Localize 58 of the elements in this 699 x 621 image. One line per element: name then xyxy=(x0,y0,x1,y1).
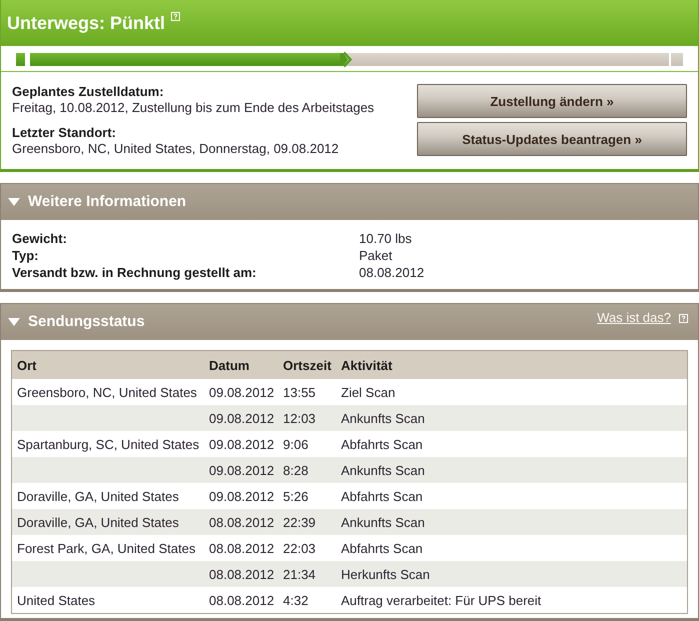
table-cell-text: 08.08.2012 xyxy=(208,540,276,556)
table-cell-text: Ankunfts Scan xyxy=(340,462,426,478)
table-cell-text: Auftrag verarbeitet: Für UPS bereit xyxy=(340,592,542,608)
info-value: 08.08.2012 xyxy=(359,264,426,281)
help-icon[interactable] xyxy=(679,314,688,323)
table-cell-text: 12:03 xyxy=(282,410,317,426)
table-cell-text: 09.08.2012 xyxy=(208,488,276,504)
detail-value: Freitag, 10.08.2012, Zustellung bis zum Ende des Arbeitstages xyxy=(12,100,374,116)
help-icon[interactable] xyxy=(171,12,180,21)
table-cell-text: 08.08.2012 xyxy=(208,514,276,530)
caret-icon[interactable] xyxy=(8,198,20,206)
column-header: Datum xyxy=(208,358,250,372)
table-cell-text: 21:34 xyxy=(282,566,317,582)
double-chevron-icon xyxy=(340,51,354,68)
table-cell-text: 22:39 xyxy=(282,514,317,530)
table-cell-text: Abfahrts Scan xyxy=(340,488,424,504)
info-label: Versandt bzw. in Rechnung gestellt am: xyxy=(12,264,258,281)
info-label: Gewicht: xyxy=(12,230,68,247)
panel-title[interactable]: Sendungsstatus xyxy=(28,313,590,331)
table-cell-text: 8:28 xyxy=(282,462,310,478)
table-cell-text: Greensboro, NC, United States xyxy=(16,384,198,400)
help-link[interactable]: Was ist das? xyxy=(597,310,671,326)
table-cell-text: 5:26 xyxy=(282,488,310,504)
table-cell-text: 9:06 xyxy=(282,436,310,452)
table-cell-text: Spartanburg, SC, United States xyxy=(16,436,200,452)
action-button[interactable]: Status-Updates beantragen » xyxy=(417,122,687,156)
table-cell-text: Herkunfts Scan xyxy=(340,566,431,582)
table-cell-text: 4:32 xyxy=(282,592,310,608)
table-cell-text: 09.08.2012 xyxy=(208,410,276,426)
column-header: Ortszeit xyxy=(282,358,332,372)
panel-title[interactable]: Weitere Informationen xyxy=(28,193,688,211)
table-cell-text: Doraville, GA, United States xyxy=(16,488,180,504)
detail-label: Geplantes Zustelldatum: xyxy=(12,84,165,100)
table-cell-text: Ankunfts Scan xyxy=(340,410,426,426)
table-cell-text: 09.08.2012 xyxy=(208,384,276,400)
table-cell-text: 08.08.2012 xyxy=(208,566,276,582)
info-value: Paket xyxy=(359,247,394,264)
action-button[interactable]: Zustellung ändern » xyxy=(417,84,687,118)
detail-label: Letzter Standort: xyxy=(12,125,117,141)
status-title: Unterwegs: Pünktl xyxy=(7,12,166,34)
column-header: Ort xyxy=(16,358,38,372)
table-cell-text: United States xyxy=(16,592,96,608)
column-header: Aktivität xyxy=(340,358,394,372)
table-cell-text: Doraville, GA, United States xyxy=(16,514,180,530)
table-cell-text: Abfahrts Scan xyxy=(340,436,424,452)
info-label: Typ: xyxy=(12,247,40,264)
table-cell-text: Forest Park, GA, United States xyxy=(16,540,196,556)
table-cell-text: 09.08.2012 xyxy=(208,462,276,478)
table-cell-text: Abfahrts Scan xyxy=(340,540,424,556)
table-cell-text: 09.08.2012 xyxy=(208,436,276,452)
detail-value: Greensboro, NC, United States, Donnerstag, 09.08.2012 xyxy=(12,141,340,157)
table-cell-text: Ziel Scan xyxy=(340,384,396,400)
table-cell-text: 22:03 xyxy=(282,540,317,556)
table-cell-text: 08.08.2012 xyxy=(208,592,276,608)
info-value: 10.70 lbs xyxy=(359,230,413,247)
table-cell-text: Ankunfts Scan xyxy=(340,514,426,530)
table-cell-text: 13:55 xyxy=(282,384,317,400)
caret-icon[interactable] xyxy=(8,318,20,326)
